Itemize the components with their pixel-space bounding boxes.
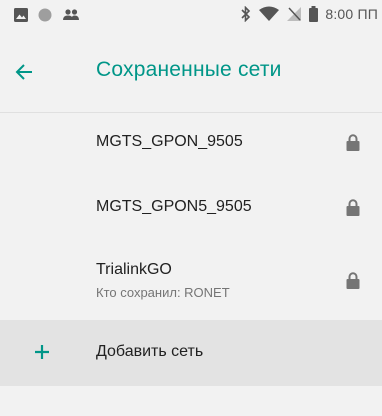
network-item[interactable]: MGTS_GPON5_9505 [0,173,382,233]
lock-icon [346,272,360,289]
network-item[interactable]: MGTS_GPON_9505 [0,113,382,173]
lock-icon [346,134,360,151]
battery-icon [309,6,319,22]
image-icon [14,8,28,22]
network-ssid: MGTS_GPON5_9505 [96,198,252,215]
status-bar-right: 8:00 ПП [240,6,378,22]
arrow-back-icon [15,64,32,80]
lock-icon [346,199,360,216]
status-bar-left [14,8,80,22]
bluetooth-icon [241,6,251,22]
network-saved-by: Кто сохранил: RONET [96,285,230,300]
page-title: Сохраненные сети [96,58,282,81]
no-sim-icon [287,7,302,21]
network-ssid: TrialinkGO [96,261,172,278]
plus-icon [35,345,49,359]
network-item[interactable]: TrialinkGO Кто сохранил: RONET [0,233,382,319]
saved-networks-list: MGTS_GPON_9505 MGTS_GPON5_9505 TrialinkG… [0,113,382,319]
add-network-button[interactable]: Добавить сеть [0,320,382,386]
add-network-label: Добавить сеть [96,343,204,360]
status-time: 8:00 ПП [325,6,378,22]
back-button[interactable] [4,52,44,92]
app-bar: Сохраненные сети [0,32,382,113]
people-icon [63,9,79,20]
status-bar: 8:00 ПП [0,0,382,32]
network-ssid: MGTS_GPON_9505 [96,133,243,150]
wifi-icon [259,6,280,21]
circle-icon [38,8,52,22]
